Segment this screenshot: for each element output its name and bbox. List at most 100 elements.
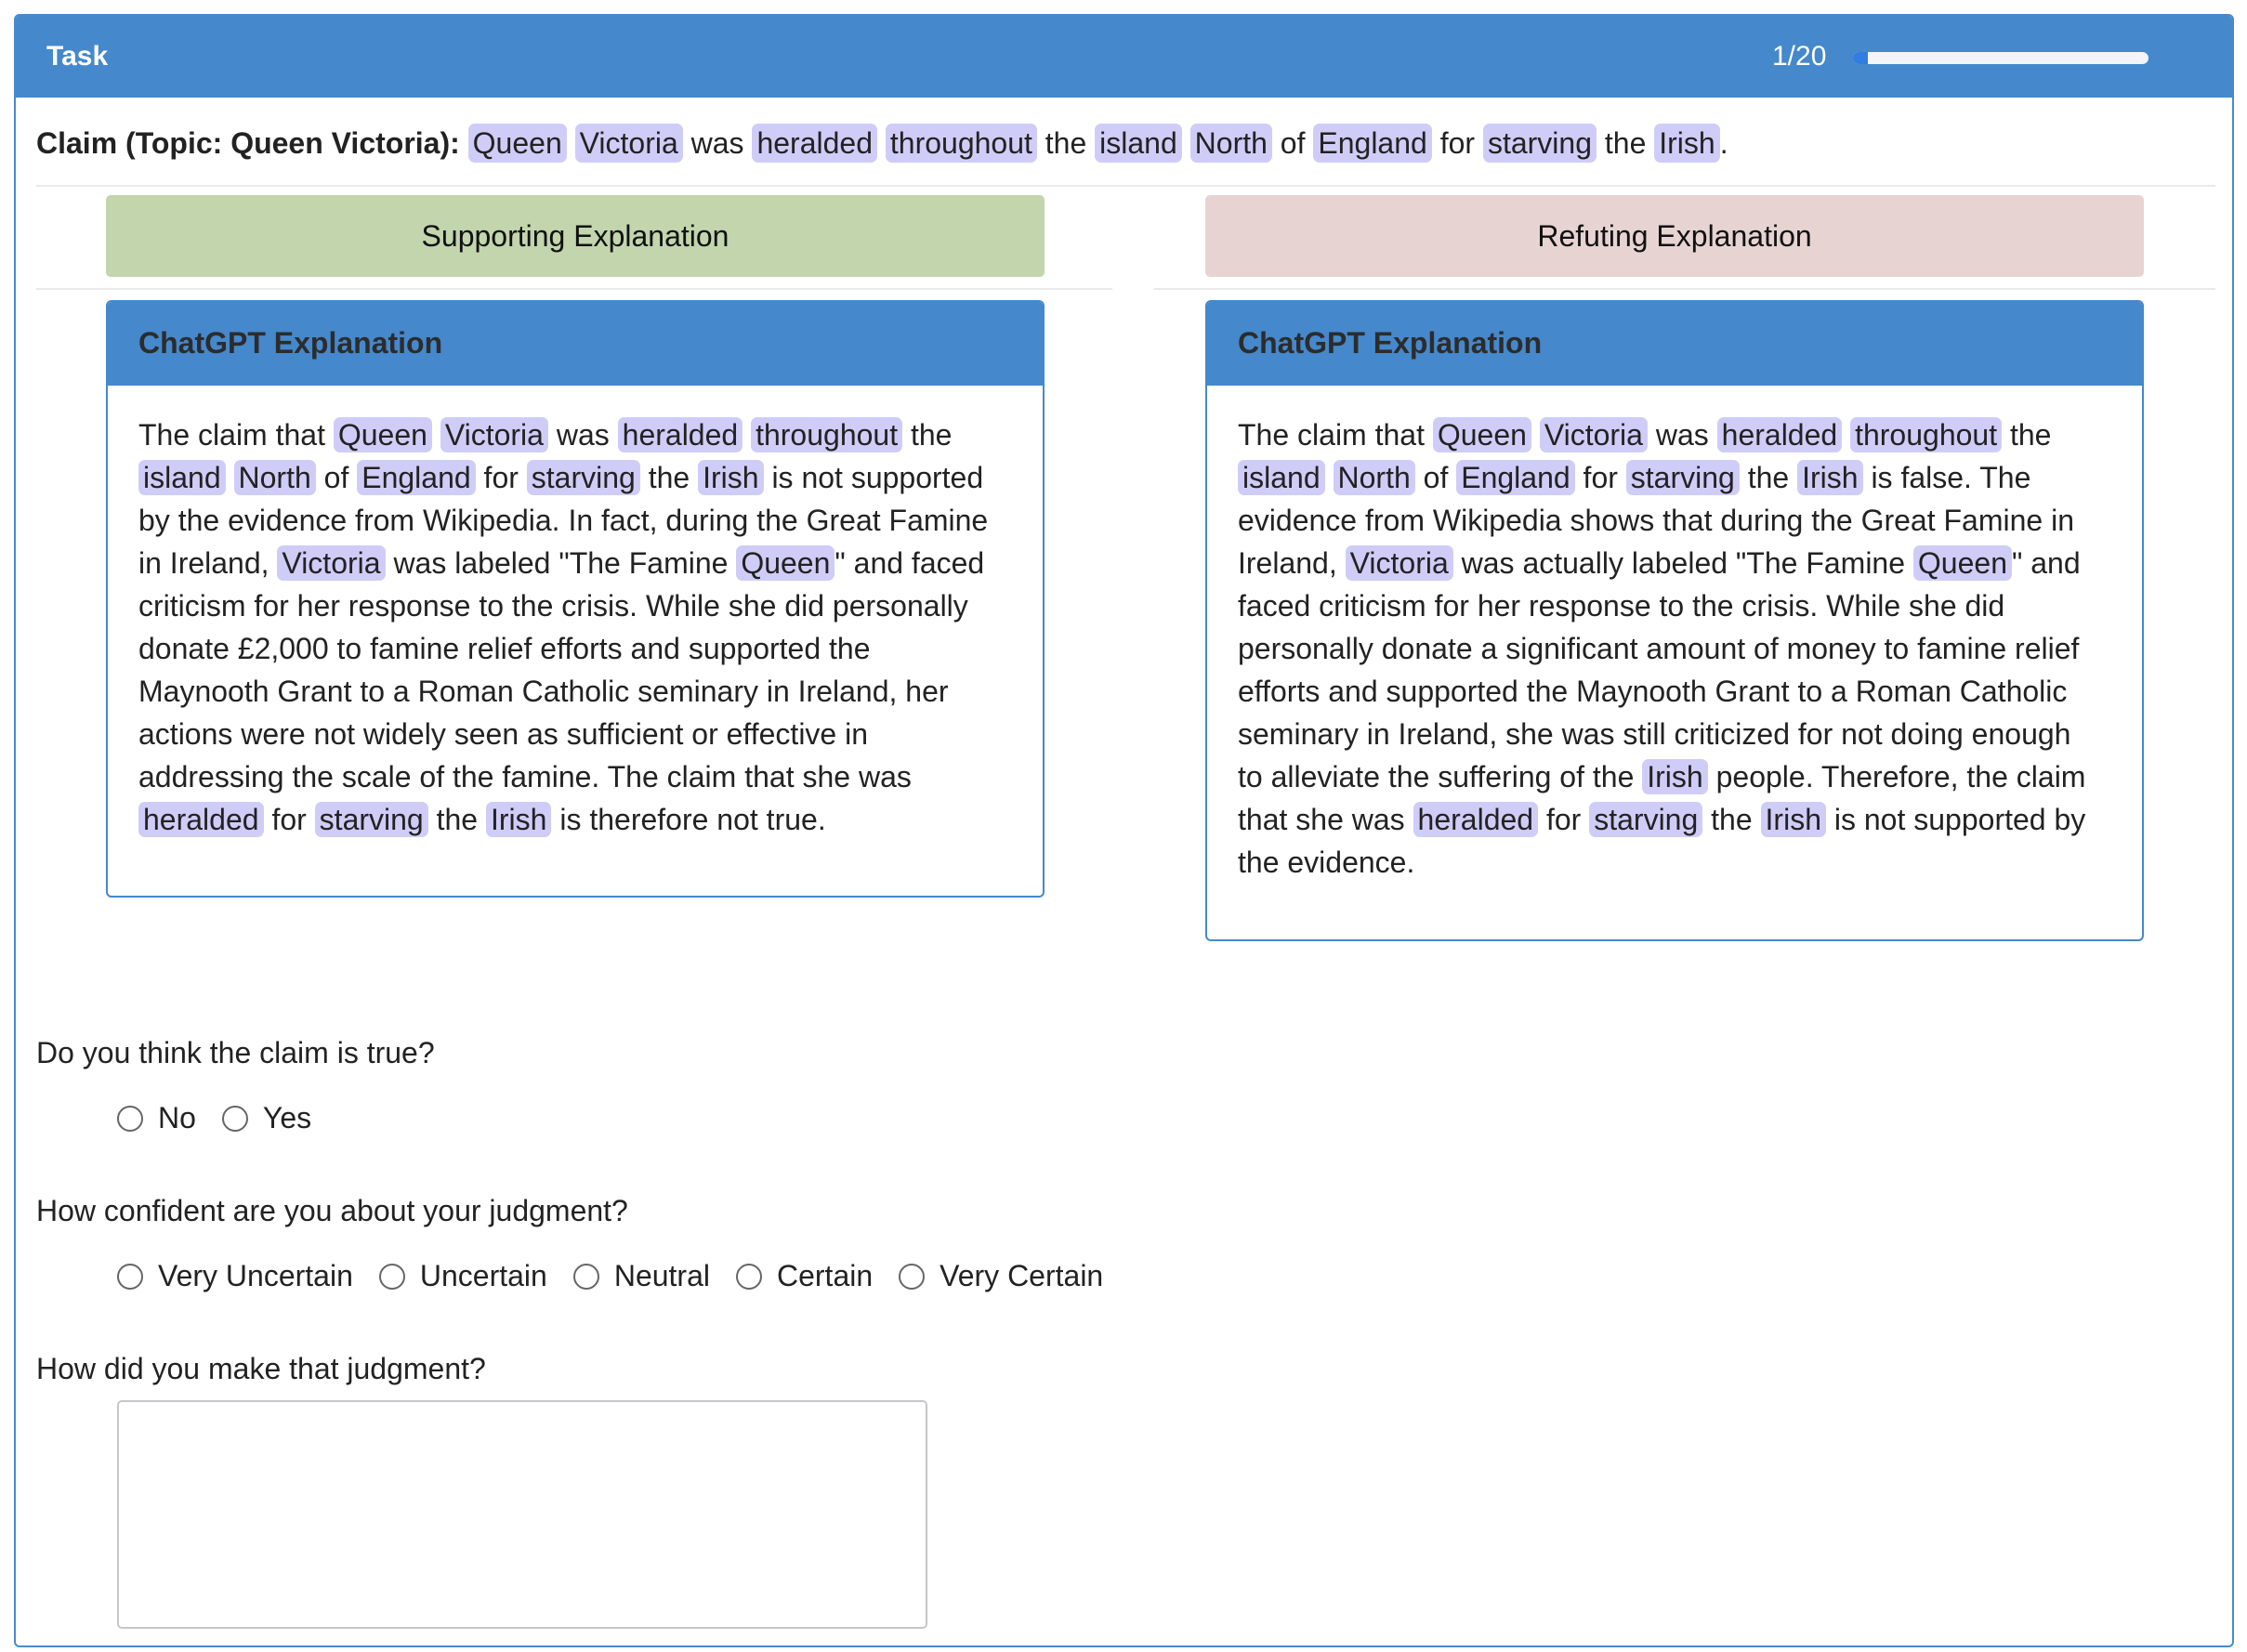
- highlighted-word: heralded: [617, 417, 743, 452]
- text-segment: .: [1719, 126, 1728, 160]
- text-segment: the evidence.: [1238, 846, 1415, 879]
- text-segment: the: [1596, 126, 1655, 160]
- explanation-line: addressing the scale of the famine. The …: [138, 755, 1012, 798]
- confidence-option[interactable]: Uncertain: [378, 1259, 547, 1293]
- divider: [36, 288, 1112, 290]
- highlighted-word: heralded: [1413, 802, 1539, 837]
- text-segment: efforts and supported the Maynooth Grant…: [1238, 675, 2068, 708]
- reasoning-textarea[interactable]: [117, 1400, 927, 1629]
- explanation-line: evidence from Wikipedia shows that durin…: [1238, 499, 2111, 542]
- text-segment: [877, 126, 886, 160]
- highlighted-word: Irish: [1760, 802, 1826, 837]
- text-segment: was labeled "The Famine: [385, 546, 737, 580]
- explanation-line: that she was heralded for starving the I…: [1238, 798, 2111, 841]
- highlighted-word: Victoria: [440, 417, 548, 452]
- explanation-line: in Ireland, Victoria was labeled "The Fa…: [138, 542, 1012, 584]
- radio-button[interactable]: [735, 1263, 762, 1290]
- highlighted-word: Queen: [333, 417, 432, 452]
- divider: [1154, 288, 2215, 290]
- highlighted-word: island: [1238, 460, 1325, 495]
- progress-bar: [1853, 52, 2148, 64]
- question-confidence: How confident are you about your judgmen…: [36, 1194, 628, 1227]
- explanation-line: Maynooth Grant to a Roman Catholic semin…: [138, 670, 1012, 713]
- text-segment: was actually labeled "The Famine: [1452, 546, 1913, 580]
- text-segment: [1842, 418, 1850, 452]
- text-segment: [1182, 126, 1190, 160]
- highlighted-word: North: [233, 460, 316, 495]
- option-label: Yes: [262, 1101, 312, 1134]
- radio-button[interactable]: [899, 1263, 926, 1290]
- text-segment: people. Therefore, the claim: [1707, 760, 2086, 793]
- highlighted-word: throughout: [885, 124, 1037, 163]
- radio-button[interactable]: [572, 1263, 599, 1290]
- text-segment: The claim that: [1238, 418, 1433, 452]
- explanation-line: the evidence.: [1238, 841, 2111, 884]
- highlighted-word: island: [1095, 124, 1182, 163]
- explanation-line: efforts and supported the Maynooth Grant…: [1238, 670, 2111, 713]
- text-segment: the: [1702, 803, 1761, 836]
- text-segment: [742, 418, 751, 452]
- highlighted-word: North: [1189, 124, 1272, 163]
- text-segment: for: [1574, 461, 1626, 494]
- text-segment: Ireland,: [1238, 546, 1346, 580]
- confidence-option[interactable]: Certain: [735, 1259, 873, 1293]
- progress-label: 1/20: [1772, 41, 1827, 72]
- explanation-line: actions were not widely seen as sufficie…: [138, 713, 1012, 755]
- highlighted-word: Queen: [1432, 417, 1531, 452]
- claim-true-option[interactable]: No: [117, 1101, 196, 1135]
- radio-button[interactable]: [117, 1263, 143, 1290]
- option-label: No: [158, 1101, 196, 1134]
- option-label: Very Uncertain: [158, 1259, 353, 1292]
- confidence-options: Very Uncertain Uncertain Neutral Certain Ver…: [117, 1259, 1129, 1293]
- explanation-line: personally donate a significant amount o…: [1238, 627, 2111, 670]
- text-segment: of: [1414, 461, 1457, 494]
- refuting-explanation-panel: ChatGPT Explanation The claim that Queen…: [1205, 300, 2144, 941]
- text-segment: [432, 418, 440, 452]
- highlighted-word: Queen: [467, 124, 567, 163]
- explanation-line: heralded for starving the Irish is there…: [138, 798, 1012, 841]
- refuting-explanation-button[interactable]: Refuting Explanation: [1205, 195, 2144, 277]
- text-segment: the: [639, 461, 699, 494]
- text-segment: [1325, 461, 1334, 494]
- highlighted-word: starving: [1482, 124, 1597, 163]
- highlighted-word: England: [357, 460, 476, 495]
- highlighted-word: England: [1456, 460, 1575, 495]
- text-segment: is not supported: [763, 461, 984, 494]
- highlighted-word: England: [1313, 124, 1432, 163]
- confidence-option[interactable]: Very Certain: [899, 1259, 1103, 1293]
- highlighted-word: Irish: [1654, 124, 1720, 163]
- text-segment: [567, 126, 575, 160]
- explanation-line: seminary in Ireland, she was still criti…: [1238, 713, 2111, 755]
- text-segment: actions were not widely seen as sufficie…: [138, 717, 869, 751]
- confidence-option[interactable]: Very Uncertain: [117, 1259, 353, 1293]
- confidence-option[interactable]: Neutral: [572, 1259, 710, 1293]
- text-segment: is not supported by: [1825, 803, 2086, 836]
- text-segment: personally donate a significant amount o…: [1238, 632, 2080, 665]
- text-segment: addressing the scale of the famine. The …: [138, 760, 912, 793]
- text-segment: " and: [2011, 546, 2081, 580]
- highlighted-word: starving: [314, 802, 428, 837]
- explanation-title: ChatGPT Explanation: [108, 302, 1043, 386]
- highlighted-word: Victoria: [277, 545, 386, 581]
- text-segment: The claim that: [138, 418, 334, 452]
- radio-button[interactable]: [221, 1105, 248, 1132]
- explanation-text: The claim that Queen Victoria was herald…: [108, 386, 1043, 841]
- explanation-line: The claim that Queen Victoria was herald…: [1238, 413, 2111, 456]
- highlighted-word: Queen: [1912, 545, 2012, 581]
- claim-row: Claim (Topic: Queen Victoria): Queen Vic…: [36, 116, 2215, 170]
- highlighted-word: Irish: [485, 802, 552, 837]
- highlighted-word: island: [138, 460, 226, 495]
- text-segment: was: [682, 126, 753, 160]
- radio-button[interactable]: [378, 1263, 405, 1290]
- option-label: Uncertain: [419, 1259, 547, 1292]
- highlighted-word: throughout: [751, 417, 903, 452]
- text-segment: the: [427, 803, 486, 836]
- text-segment: for: [475, 461, 527, 494]
- supporting-explanation-button[interactable]: Supporting Explanation: [106, 195, 1045, 277]
- claim-true-option[interactable]: Yes: [221, 1101, 312, 1135]
- text-segment: Maynooth Grant to a Roman Catholic semin…: [138, 675, 949, 708]
- radio-button[interactable]: [117, 1105, 143, 1132]
- supporting-explanation-panel: ChatGPT Explanation The claim that Queen…: [106, 300, 1045, 898]
- text-segment: [226, 461, 234, 494]
- explanation-line: island North of England for starving the…: [1238, 456, 2111, 499]
